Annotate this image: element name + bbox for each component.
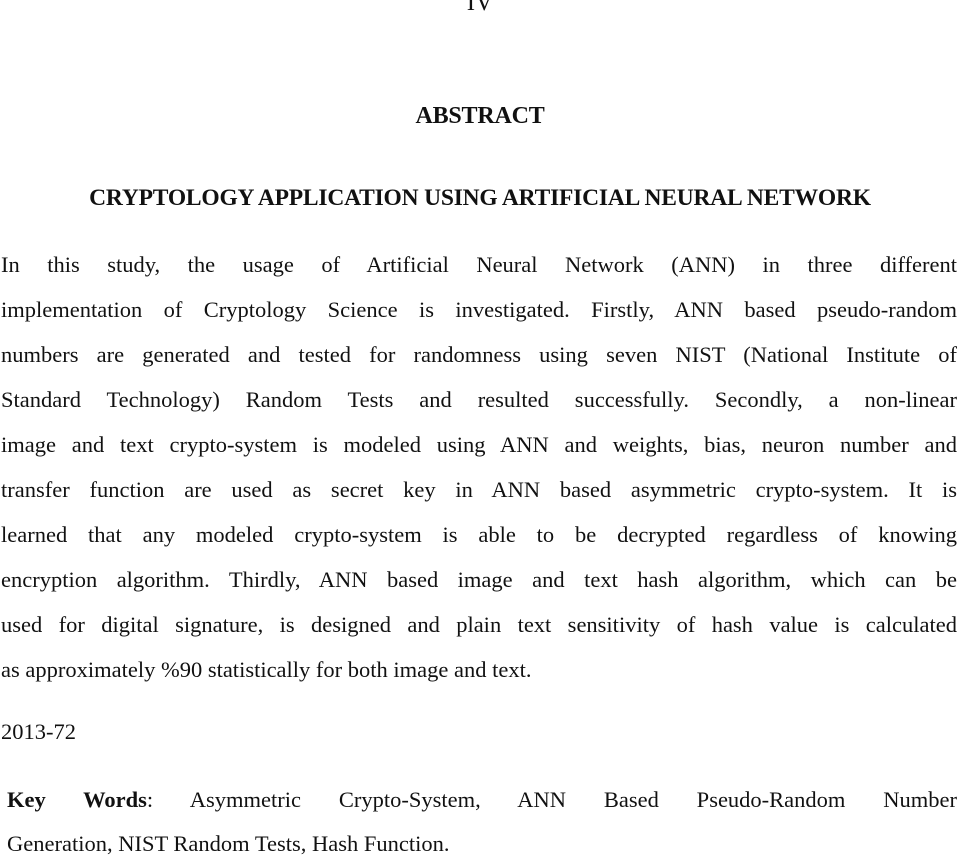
abstract-line: used for digital signature, is designed …	[1, 612, 957, 637]
abstract-line: learned that any modeled crypto-system i…	[1, 522, 957, 547]
keywords-separator: :	[146, 787, 154, 812]
abstract-line: transfer function are used as secret key…	[1, 477, 957, 502]
thesis-title: CRYPTOLOGY APPLICATION USING ARTIFICIAL …	[89, 185, 871, 211]
abstract-line: image and text crypto-system is modeled …	[1, 432, 957, 457]
abstract-line: numbers are generated and tested for ran…	[1, 342, 957, 367]
keywords-line-1: Key Words: Asymmetric Crypto-System, ANN…	[7, 778, 957, 822]
abstract-line: encryption algorithm. Thirdly, ANN based…	[1, 567, 957, 592]
page-number: IV	[466, 0, 494, 16]
keywords-label: Key Words	[7, 787, 147, 812]
abstract-line: In this study, the usage of Artificial N…	[1, 252, 957, 277]
section-heading: ABSTRACT	[415, 103, 545, 129]
keywords-text: Asymmetric Crypto-System, ANN Based Pseu…	[189, 787, 957, 812]
keywords-block: Key Words: Asymmetric Crypto-System, ANN…	[7, 778, 957, 866]
abstract-paragraph: In this study, the usage of Artificial N…	[1, 242, 957, 692]
abstract-line: as approximately %90 statistically for b…	[1, 657, 532, 682]
keywords-line-2: Generation, NIST Random Tests, Hash Func…	[7, 831, 450, 856]
document-code: 2013-72	[1, 719, 76, 744]
abstract-line: implementation of Cryptology Science is …	[1, 297, 957, 322]
abstract-line: Standard Technology) Random Tests and re…	[1, 387, 957, 412]
